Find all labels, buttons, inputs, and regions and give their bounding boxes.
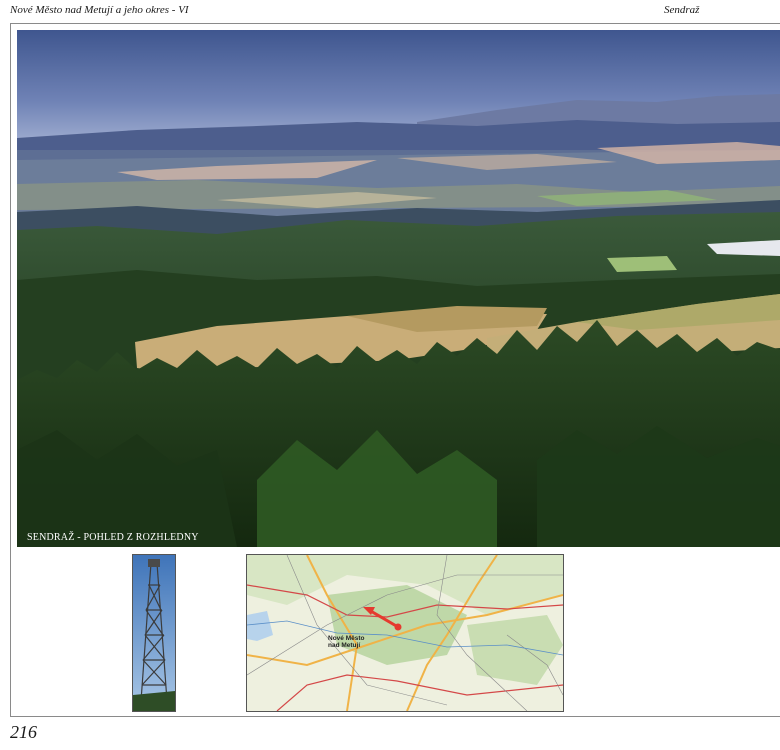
road-map-illustration [247,555,563,711]
observation-tower-illustration [133,555,175,711]
running-head-left: Nové Město nad Metují a jeho okres - VI [10,4,189,16]
page-number: 216 [10,722,37,742]
running-head-right: Sendraž [664,4,700,16]
location-map: Nové Město nad Metují [246,554,564,712]
photo-caption: SENDRAŽ - POHLED Z ROZHLEDNY [27,532,199,543]
map-town-label: Nové Město nad Metují [328,635,364,649]
map-town-label-line2: nad Metují [328,642,361,649]
landscape-illustration [17,30,780,547]
landscape-photo: SENDRAŽ - POHLED Z ROZHLEDNY [17,30,780,547]
map-town-label-line1: Nové Město [328,635,365,642]
tower-photo [132,554,176,712]
running-head: Nové Město nad Metují a jeho okres - VI … [10,4,780,20]
